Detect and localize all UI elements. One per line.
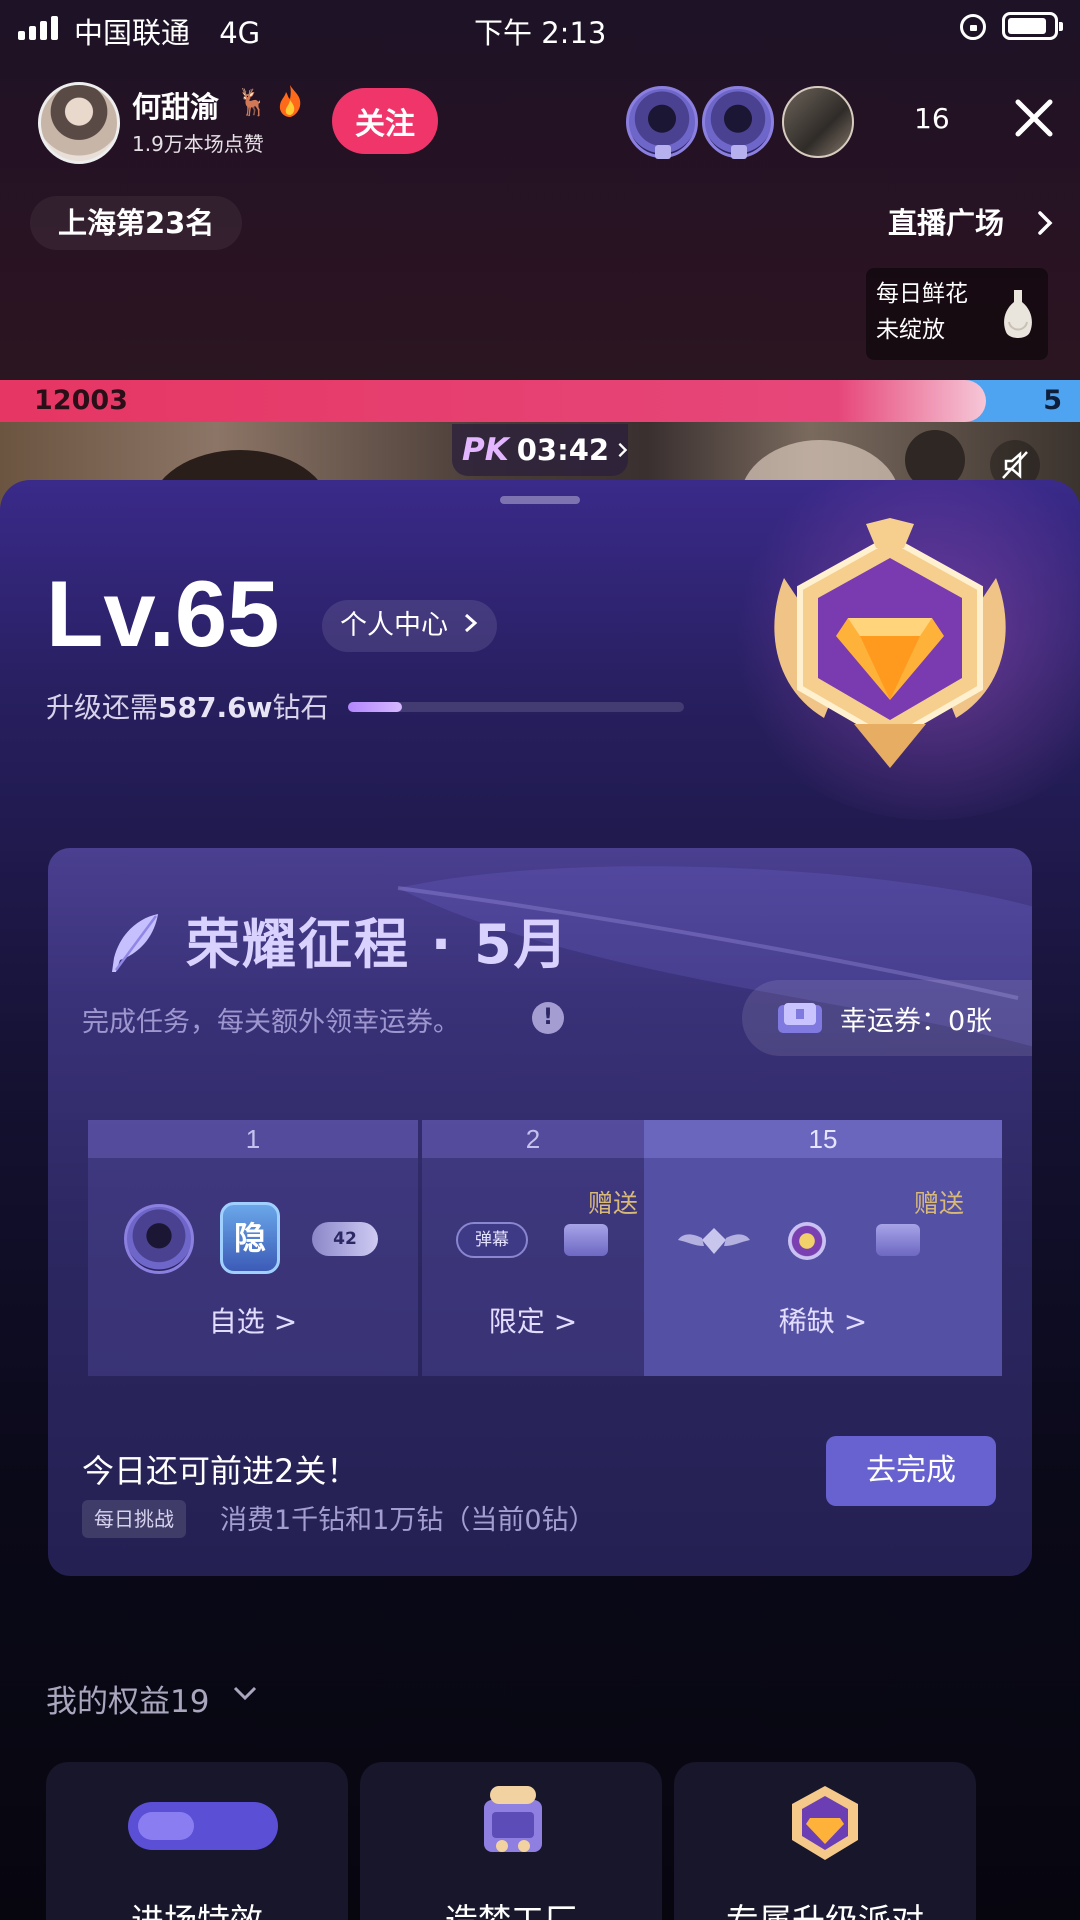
vase-icon (1004, 290, 1032, 338)
ticket-reward-icon (876, 1224, 920, 1256)
benefits-title[interactable]: 我的权益19 (46, 1676, 209, 1721)
follow-button[interactable]: 关注 (332, 88, 438, 154)
deer-icon: 🦌 (236, 88, 269, 118)
ticket-icon (778, 1003, 822, 1033)
level-value: Lv.65 (46, 561, 280, 666)
viewer-avatar[interactable] (626, 86, 698, 159)
journey-subtitle: 完成任务，每关额外领幸运券。 (82, 1007, 460, 1038)
upgrade-amount: 587.6w (158, 691, 273, 724)
today-progress-text: 今日还可前进2关！ (82, 1452, 359, 1490)
benefit-card-dream-factory[interactable]: 造梦工厂 (360, 1762, 662, 1920)
wings-badge-reward-icon (678, 1228, 750, 1254)
viewer-avatar[interactable] (702, 86, 774, 159)
benefit-card-upgrade-party[interactable]: 专属升级派对 (674, 1762, 976, 1920)
feather-icon (112, 914, 158, 972)
sheet-drag-handle[interactable] (500, 496, 580, 504)
chevron-right-icon: > (273, 1305, 298, 1338)
upgrade-prefix: 升级还需 (46, 691, 159, 724)
stage-card[interactable]: 1 隐 42 自选 > (88, 1120, 418, 1376)
chevron-right-icon: > (553, 1305, 578, 1338)
pk-logo: PK (462, 432, 509, 468)
upgrade-progress-bar (348, 702, 684, 712)
journey-stages: 1 隐 42 自选 > 2 赠送 弹幕 限定 > 15 赠送 稀缺 > (88, 1120, 1002, 1376)
stage-card[interactable]: 15 赠送 稀缺 > (644, 1120, 1002, 1376)
diamond-level-badge-icon (774, 518, 1006, 768)
glory-journey-card: 荣耀征程 · 5月 完成任务，每关额外领幸运券。 ! 幸运券：0张 1 隐 42… (48, 848, 1032, 1576)
upgrade-requirement: 升级还需587.6w钻石 (46, 686, 328, 726)
avatar-frame-reward-icon (124, 1204, 194, 1274)
chevron-right-icon: > (843, 1305, 868, 1338)
network-type: 4G (219, 16, 261, 50)
stage-label: 自选 > (88, 1300, 418, 1340)
carrier-name: 中国联通 (74, 16, 191, 50)
battery-icon (1002, 12, 1063, 40)
close-icon[interactable] (1012, 96, 1056, 140)
pk-timer[interactable]: PK 03:42 (452, 424, 628, 476)
daily-challenge-tag: 每日挑战 (82, 1500, 186, 1538)
stage-label-text: 限定 (488, 1305, 545, 1338)
benefit-card-entry-effect[interactable]: 进场特效 (46, 1762, 348, 1920)
upgrade-suffix: 钻石 (272, 691, 329, 724)
streamer-name[interactable]: 何甜渝 (132, 84, 219, 126)
benefit-label: 专属升级派对 (674, 1894, 976, 1920)
benefit-label: 造梦工厂 (360, 1894, 662, 1920)
lucky-coupon-pill[interactable]: 幸运券：0张 (742, 980, 1032, 1056)
barrage-reward-icon: 弹幕 (456, 1222, 528, 1258)
pk-left-progress (0, 380, 987, 422)
viewer-count[interactable]: 16 (914, 102, 950, 135)
pk-left-score: 12003 (34, 385, 128, 416)
stage-label: 稀缺 > (644, 1300, 1002, 1340)
journey-title: 荣耀征程 · 5月 (186, 913, 570, 976)
viewer-avatar[interactable] (782, 86, 854, 158)
upgrade-progress-fill (348, 702, 402, 712)
info-icon[interactable]: ! (532, 1002, 564, 1034)
pk-countdown: 03:42 (516, 433, 610, 467)
chevron-right-icon (464, 613, 477, 633)
signal-icon (18, 16, 58, 40)
personal-center-label: 个人中心 (340, 610, 448, 641)
level-bottom-sheet: Lv.65 个人中心 升级还需587.6w钻石 荣耀征程 · 5月 完成任务，每… (0, 480, 1080, 1920)
chevron-right-icon (618, 442, 628, 458)
ticket-reward-icon (564, 1224, 608, 1256)
stage-card[interactable]: 2 赠送 弹幕 限定 > (422, 1120, 644, 1376)
pk-right-score: 5 (1043, 385, 1062, 416)
stealth-reward-icon: 隐 (220, 1202, 280, 1274)
dream-factory-icon (484, 1786, 542, 1852)
stage-label: 限定 > (422, 1300, 644, 1340)
city-rank-badge[interactable]: 上海第23名 (30, 196, 243, 250)
lucky-coupon-count: 幸运券：0张 (840, 1005, 993, 1037)
stage-number: 15 (644, 1120, 1002, 1158)
rotation-lock-icon (960, 14, 986, 40)
chevron-down-icon[interactable] (232, 1684, 258, 1704)
stage-label-text: 稀缺 (778, 1305, 835, 1338)
streamer-avatar[interactable] (38, 82, 120, 164)
fire-icon (279, 85, 301, 117)
streamer-likes: 1.9万本场点赞 (132, 132, 264, 156)
stage-number: 1 (88, 1120, 418, 1158)
carrier-network: 中国联通 4G (74, 10, 260, 52)
pk-score-bar: 12003 5 (0, 380, 1080, 422)
status-time: 下午 2:13 (474, 16, 607, 50)
personal-center-button[interactable]: 个人中心 (322, 600, 497, 652)
upgrade-party-icon (792, 1786, 858, 1860)
go-complete-button[interactable]: 去完成 (826, 1436, 996, 1506)
daily-flower-widget[interactable]: 每日鲜花 未绽放 (866, 268, 1048, 360)
status-bar: 中国联通 4G 下午 2:13 (0, 0, 1080, 56)
level-badge-reward-icon: 42 (312, 1222, 378, 1256)
live-plaza-link[interactable]: 直播广场 (888, 196, 1004, 250)
stage-number: 2 (422, 1120, 644, 1158)
orb-reward-icon (788, 1222, 826, 1260)
stage-label-text: 自选 (208, 1305, 265, 1338)
chevron-right-icon[interactable] (1036, 210, 1054, 236)
gift-tag: 赠送 (913, 1189, 964, 1218)
entry-effect-icon (128, 1802, 278, 1850)
gift-tag: 赠送 (587, 1189, 638, 1218)
benefit-label: 进场特效 (46, 1894, 348, 1920)
daily-challenge-description: 消费1千钻和1万钻（当前0钻） (220, 1505, 596, 1536)
